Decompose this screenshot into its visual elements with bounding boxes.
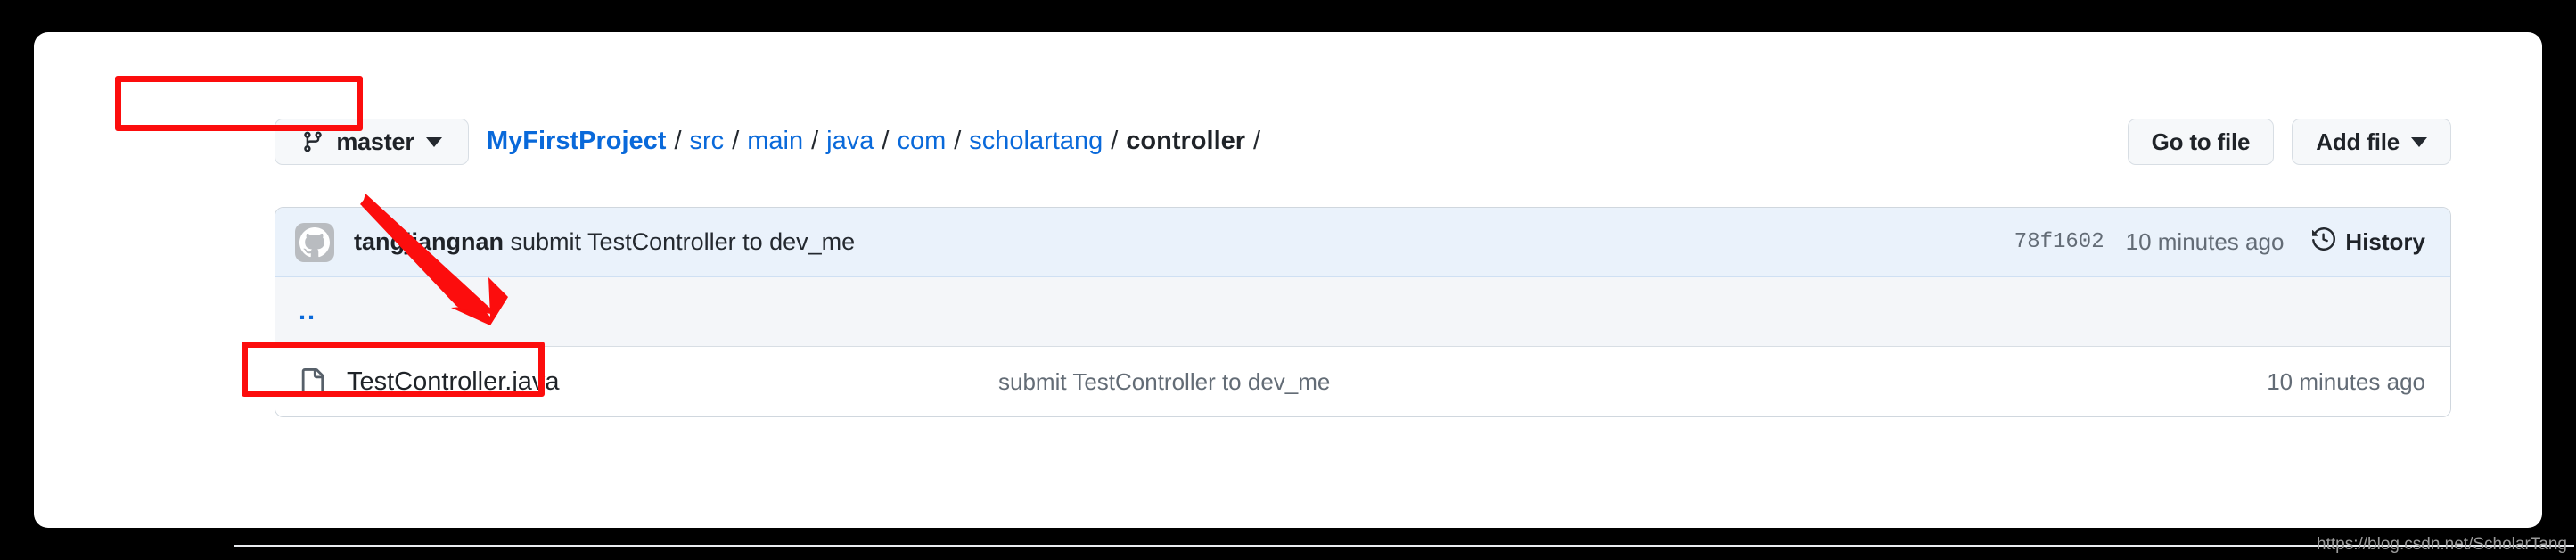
commit-summary: tangjiangnan submit TestController to de… <box>354 228 855 256</box>
file-commit-message[interactable]: submit TestController to dev_me <box>976 368 2267 396</box>
breadcrumb: MyFirstProject / src / main / java / com… <box>487 116 1268 166</box>
branch-selector-button[interactable]: master <box>275 119 469 165</box>
file-name-link[interactable]: TestController.java <box>347 367 560 397</box>
breadcrumb-separator: / <box>732 126 740 155</box>
screenshot-root: master MyFirstProject / src / main / jav… <box>0 0 2576 560</box>
breadcrumb-item-main[interactable]: main <box>747 127 803 156</box>
file-listing-table: tangjiangnan submit TestController to de… <box>275 207 2451 417</box>
breadcrumb-trailing-separator: / <box>1253 126 1261 155</box>
breadcrumb-item-repo[interactable]: MyFirstProject <box>487 127 666 156</box>
commit-message[interactable]: submit TestController to dev_me <box>511 228 856 255</box>
go-to-file-button[interactable]: Go to file <box>2127 119 2275 165</box>
breadcrumb-separator: / <box>1111 126 1119 155</box>
breadcrumb-item-controller-current: controller <box>1126 126 1246 155</box>
history-link[interactable]: History <box>2312 226 2425 257</box>
commit-sha[interactable]: 78f1602 <box>2014 230 2104 254</box>
breadcrumb-item-src[interactable]: src <box>690 127 725 156</box>
add-file-label: Add file <box>2316 128 2400 155</box>
history-label: History <box>2345 228 2425 255</box>
breadcrumb-item-com[interactable]: com <box>897 127 946 156</box>
chevron-down-icon <box>2411 136 2427 147</box>
commit-author-link[interactable]: tangjiangnan <box>354 228 504 255</box>
commit-meta: 78f1602 10 minutes ago History <box>2014 226 2425 257</box>
parent-directory-link[interactable]: .. <box>299 297 316 326</box>
table-row-parent-directory[interactable]: .. <box>275 277 2450 347</box>
breadcrumb-separator: / <box>882 126 890 155</box>
repo-header-row: master MyFirstProject / src / main / jav… <box>275 116 2451 166</box>
breadcrumb-item-java[interactable]: java <box>826 127 874 156</box>
card-bottom-divider <box>234 545 2574 547</box>
chevron-down-icon <box>425 136 442 147</box>
commit-relative-time: 10 minutes ago <box>2125 228 2285 255</box>
file-icon <box>299 366 325 397</box>
breadcrumb-item-scholartang[interactable]: scholartang <box>969 127 1103 156</box>
git-branch-icon <box>301 130 324 153</box>
breadcrumb-separator: / <box>954 126 962 155</box>
watermark-text: https://blog.csdn.net/ScholarTang <box>2317 535 2567 554</box>
branch-name-label: master <box>336 128 414 155</box>
file-relative-time: 10 minutes ago <box>2267 367 2425 395</box>
latest-commit-bar: tangjiangnan submit TestController to de… <box>275 208 2450 277</box>
add-file-button[interactable]: Add file <box>2292 119 2451 165</box>
table-row[interactable]: TestController.java submit TestControlle… <box>275 347 2450 416</box>
file-name-cell: TestController.java <box>299 366 976 397</box>
breadcrumb-separator: / <box>674 126 682 155</box>
go-to-file-label: Go to file <box>2151 128 2251 155</box>
header-actions: Go to file Add file <box>2127 119 2451 165</box>
breadcrumb-separator: / <box>811 126 819 155</box>
clock-history-icon <box>2312 226 2336 257</box>
repository-file-browser-card: master MyFirstProject / src / main / jav… <box>34 32 2574 547</box>
github-octocat-avatar <box>295 222 334 262</box>
